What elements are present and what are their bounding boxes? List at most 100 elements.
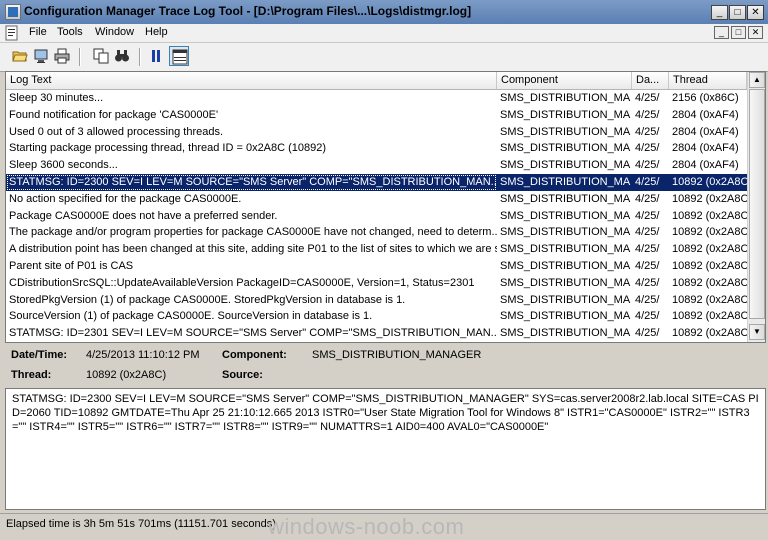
thread-value: 10892 (0x2A8C)	[86, 369, 167, 381]
scroll-thumb[interactable]	[749, 89, 765, 319]
grid-header: Log Text Component Da... Thread	[6, 72, 747, 90]
component-cell: SMS_DISTRIBUTION_MA	[500, 92, 631, 104]
date-cell: 4/25/	[635, 125, 660, 138]
copy-icon	[93, 48, 109, 64]
component-value: SMS_DISTRIBUTION_MANAGER	[312, 349, 482, 361]
thread-cell: 2804 (0xAF4)	[672, 159, 739, 172]
copy-button[interactable]	[91, 46, 111, 66]
child-restore-button[interactable]: □	[731, 26, 746, 39]
window-title: Configuration Manager Trace Log Tool - […	[24, 4, 472, 18]
component-label: Component:	[222, 349, 287, 361]
maximize-button[interactable]: □	[729, 5, 746, 20]
thread-cell: 10892 (0x2A8C)	[672, 226, 747, 239]
table-row[interactable]: SourceVersion (1) of package CAS0000E. S…	[6, 308, 747, 325]
component-cell: SMS_DISTRIBUTION_MA	[500, 125, 631, 138]
thread-cell: 2804 (0xAF4)	[672, 142, 739, 155]
date-cell: 4/25/	[635, 260, 660, 272]
menu-window[interactable]: Window	[95, 26, 134, 38]
date-cell: 4/25/	[635, 176, 660, 188]
log-text-cell: Sleep 3600 seconds...	[9, 159, 118, 172]
log-text-cell: The package and/or program properties fo…	[9, 226, 497, 239]
close-button[interactable]: ✕	[747, 5, 764, 20]
thread-cell: 2804 (0xAF4)	[672, 125, 739, 138]
log-text-cell: SourceVersion (1) of package CAS0000E. S…	[9, 310, 373, 323]
open-on-server-button[interactable]	[31, 46, 51, 66]
minimize-button[interactable]: _	[711, 5, 728, 20]
table-row[interactable]: Found notification for package 'CAS0000E…	[6, 107, 747, 124]
column-header-date[interactable]: Da...	[632, 72, 669, 89]
table-row[interactable]: StoredPkgVersion (1) of package CAS0000E…	[6, 292, 747, 309]
child-minimize-button[interactable]: _	[714, 26, 729, 39]
split-view-icon	[172, 49, 188, 65]
thread-cell: 2804 (0xAF4)	[672, 108, 739, 121]
pause-button[interactable]	[146, 46, 166, 66]
menu-bar: File Tools Window Help	[0, 24, 768, 42]
document-icon	[5, 25, 18, 41]
open-button[interactable]	[10, 46, 30, 66]
log-text-cell: Used 0 out of 3 allowed processing threa…	[9, 125, 224, 138]
open-folder-icon	[12, 51, 28, 62]
toolbar-separator	[79, 48, 81, 66]
table-row[interactable]: No action specified for the package CAS0…	[6, 191, 747, 208]
log-text-cell: Package CAS0000E does not have a preferr…	[9, 209, 278, 222]
message-text-box[interactable]: STATMSG: ID=2300 SEV=I LEV=M SOURCE="SMS…	[5, 388, 766, 510]
thread-cell: 10892 (0x2A8C)	[672, 176, 747, 188]
scroll-down-button[interactable]: ▼	[749, 324, 765, 340]
thread-cell: 2156 (0x86C)	[672, 92, 739, 104]
status-bar: Elapsed time is 3h 5m 51s 701ms (11151.7…	[0, 513, 768, 539]
table-row[interactable]: STATMSG: ID=2301 SEV=I LEV=M SOURCE="SMS…	[6, 325, 747, 342]
thread-cell: 10892 (0x2A8C)	[672, 209, 747, 222]
column-header-thread[interactable]: Thread	[669, 72, 747, 89]
date-cell: 4/25/	[635, 310, 660, 323]
log-grid[interactable]: Log Text Component Da... Thread Sleep 30…	[5, 71, 766, 343]
table-row[interactable]: Package CAS0000E does not have a preferr…	[6, 208, 747, 225]
component-cell: SMS_DISTRIBUTION_MA	[500, 192, 631, 205]
log-text-cell: A distribution point has been changed at…	[9, 243, 497, 256]
menu-file[interactable]: File	[29, 26, 47, 38]
table-row[interactable]: Parent site of P01 is CAS SMS_DISTRIBUTIO…	[6, 258, 747, 275]
thread-cell: 10892 (0x2A8C)	[672, 192, 747, 205]
print-button[interactable]	[52, 46, 72, 66]
log-text-cell: Starting package processing thread, thre…	[9, 142, 327, 155]
table-row[interactable]: Sleep 30 minutes... SMS_DISTRIBUTION_MA 4/…	[6, 90, 747, 107]
table-row[interactable]: Used 0 out of 3 allowed processing threa…	[6, 124, 747, 141]
component-cell: SMS_DISTRIBUTION_MA	[500, 260, 631, 272]
log-text-cell: CDistributionSrcSQL::UpdateAvailableVers…	[9, 276, 475, 289]
scroll-up-button[interactable]: ▲	[749, 72, 765, 88]
thread-label: Thread:	[11, 369, 52, 381]
toggle-details-button[interactable]	[169, 46, 189, 66]
log-text-cell: Parent site of P01 is CAS	[9, 260, 134, 272]
vertical-scrollbar[interactable]: ▲ ▼	[747, 72, 765, 342]
component-cell: SMS_DISTRIBUTION_MA	[500, 209, 631, 222]
table-row[interactable]: Sleep 3600 seconds... SMS_DISTRIBUTION_MA…	[6, 157, 747, 174]
log-text-cell: Found notification for package 'CAS0000E…	[9, 108, 219, 121]
date-cell: 4/25/	[635, 226, 660, 239]
watermark: windows-noob.com	[268, 514, 465, 539]
menu-help[interactable]: Help	[145, 26, 168, 38]
component-cell: SMS_DISTRIBUTION_MA	[500, 293, 631, 306]
elapsed-time-status: Elapsed time is 3h 5m 51s 701ms (11151.7…	[6, 518, 276, 530]
component-cell: SMS_DISTRIBUTION_MA	[500, 142, 631, 155]
date-cell: 4/25/	[635, 159, 660, 172]
table-row[interactable]: Starting package processing thread, thre…	[6, 140, 747, 157]
table-row-selected[interactable]: STATMSG: ID=2300 SEV=I LEV=M SOURCE="SMS…	[6, 174, 747, 191]
component-cell: SMS_DISTRIBUTION_MA	[500, 176, 631, 188]
table-row[interactable]: The package and/or program properties fo…	[6, 224, 747, 241]
toolbar-separator	[139, 48, 141, 66]
find-button[interactable]	[112, 46, 132, 66]
thread-cell: 10892 (0x2A8C)	[672, 310, 747, 323]
printer-icon	[54, 48, 70, 64]
app-icon	[5, 4, 21, 20]
date-cell: 4/25/	[635, 209, 660, 222]
title-bar[interactable]: Configuration Manager Trace Log Tool - […	[0, 0, 768, 25]
table-row[interactable]: A distribution point has been changed at…	[6, 241, 747, 258]
datetime-label: Date/Time:	[11, 349, 68, 361]
child-close-button[interactable]: ✕	[748, 26, 763, 39]
component-cell: SMS_DISTRIBUTION_MA	[500, 310, 631, 323]
binoculars-icon	[115, 50, 129, 62]
column-header-log-text[interactable]: Log Text	[6, 72, 497, 89]
table-row[interactable]: CDistributionSrcSQL::UpdateAvailableVers…	[6, 275, 747, 292]
thread-cell: 10892 (0x2A8C)	[672, 276, 747, 289]
menu-tools[interactable]: Tools	[57, 26, 83, 38]
column-header-component[interactable]: Component	[497, 72, 632, 89]
